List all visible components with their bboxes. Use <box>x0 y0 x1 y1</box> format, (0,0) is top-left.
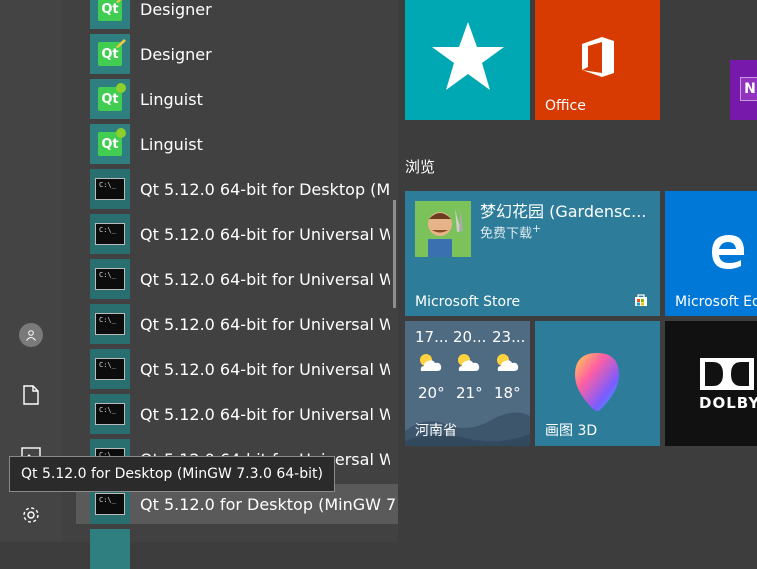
store-app-title: 梦幻花园 (Gardensc... <box>480 202 647 221</box>
edge-tile[interactable]: Microsoft Ed <box>665 191 757 316</box>
qt-designer-icon: Qt <box>90 0 130 29</box>
user-account-button[interactable] <box>13 317 49 353</box>
office-icon <box>582 37 614 77</box>
gear-icon <box>23 507 39 523</box>
app-label: Linguist <box>140 134 203 154</box>
weather-day-top: 23... <box>492 328 526 346</box>
edge-tile-label: Microsoft Ed <box>675 294 757 310</box>
app-item-designer[interactable]: Qt Designer <box>90 34 390 74</box>
app-label: Qt 5.12.0 64-bit for Universal W... <box>140 269 390 289</box>
document-icon <box>23 385 39 405</box>
onenote-icon: N <box>740 77 757 101</box>
cmd-icon: C:\_ <box>90 304 130 344</box>
qt-linguist-icon: Qt <box>90 79 130 119</box>
app-label: Qt 5.12.0 64-bit for Universal W... <box>140 404 390 424</box>
app-item-partial[interactable] <box>90 529 390 569</box>
weather-day-top: 17... <box>415 328 449 346</box>
office-tile[interactable]: Office <box>535 0 660 120</box>
star-icon <box>432 22 504 90</box>
weather-tile[interactable]: 17... 20... 23... 20° 21° 18° 河南省 <box>405 321 530 446</box>
app-item-qt-uwp[interactable]: C:\_ Qt 5.12.0 64-bit for Universal W... <box>90 214 390 254</box>
app-item-qt-uwp[interactable]: C:\_ Qt 5.12.0 64-bit for Universal W... <box>90 349 390 389</box>
weather-temp: 21° <box>456 384 483 402</box>
partly-cloudy-icon <box>497 354 519 371</box>
app-label: Qt 5.12.0 64-bit for Universal W... <box>140 224 390 244</box>
app-item-linguist[interactable]: Qt Linguist <box>90 124 390 164</box>
app-label: Qt 5.12.0 64-bit for Universal W... <box>140 314 390 334</box>
app-list-scrollbar[interactable] <box>393 200 396 308</box>
app-item-designer[interactable]: Qt Designer <box>90 0 390 29</box>
paint3d-tile-label: 画图 3D <box>545 423 598 439</box>
paint3d-tile[interactable]: 画图 3D <box>535 321 660 446</box>
documents-button[interactable] <box>13 377 49 413</box>
app-item-qt-desktop[interactable]: C:\_ Qt 5.12.0 64-bit for Desktop (M... <box>90 169 390 209</box>
store-bag-icon <box>635 294 647 306</box>
paint3d-icon <box>575 353 619 411</box>
app-label: Designer <box>140 0 212 19</box>
app-item-qt-uwp[interactable]: C:\_ Qt 5.12.0 64-bit for Universal W... <box>90 394 390 434</box>
dolby-wordmark: DOLBY <box>699 394 757 412</box>
partly-cloudy-icon <box>420 354 442 371</box>
user-icon <box>19 323 43 347</box>
weather-temp: 18° <box>494 384 521 402</box>
cmd-icon: C:\_ <box>90 349 130 389</box>
edge-icon <box>712 235 744 269</box>
partly-cloudy-icon <box>458 354 480 371</box>
weather-tile-label: 河南省 <box>415 423 457 439</box>
app-item-linguist[interactable]: Qt Linguist <box>90 79 390 119</box>
cmd-icon: C:\_ <box>90 214 130 254</box>
cmd-icon: C:\_ <box>90 259 130 299</box>
qt-icon <box>90 529 130 569</box>
app-label: Qt 5.12.0 64-bit for Desktop (M... <box>140 179 390 199</box>
cmd-icon: C:\_ <box>90 394 130 434</box>
qt-designer-icon: Qt <box>90 34 130 74</box>
app-item-qt-uwp[interactable]: C:\_ Qt 5.12.0 64-bit for Universal W... <box>90 304 390 344</box>
qt-linguist-icon: Qt <box>90 124 130 164</box>
onenote-tile[interactable]: N <box>730 60 757 120</box>
cmd-icon: C:\_ <box>90 169 130 209</box>
app-item-qt-uwp[interactable]: C:\_ Qt 5.12.0 64-bit for Universal W... <box>90 259 390 299</box>
app-label: Linguist <box>140 89 203 109</box>
group-title-browse: 浏览 <box>405 158 436 176</box>
favorites-tile[interactable] <box>405 0 530 120</box>
weather-day-top: 20... <box>453 328 487 346</box>
dolby-tile[interactable]: DOLBY <box>665 321 757 446</box>
dolby-icon <box>700 358 754 390</box>
store-tile-label: Microsoft Store <box>415 294 521 310</box>
app-label: Designer <box>140 44 212 64</box>
tooltip: Qt 5.12.0 for Desktop (MinGW 7.3.0 64-bi… <box>9 456 335 492</box>
microsoft-store-tile[interactable]: 梦幻花园 (Gardensc... 免费下载+ Microsoft Store <box>405 191 660 316</box>
settings-button[interactable] <box>13 497 49 533</box>
office-tile-label: Office <box>545 98 586 114</box>
game-thumbnail <box>415 201 471 257</box>
weather-temp: 20° <box>418 384 445 402</box>
app-label: Qt 5.12.0 64-bit for Universal W... <box>140 359 390 379</box>
store-app-subtitle: 免费下载+ <box>480 222 542 242</box>
app-label: Qt 5.12.0 for Desktop (MinGW 7... <box>140 494 398 514</box>
